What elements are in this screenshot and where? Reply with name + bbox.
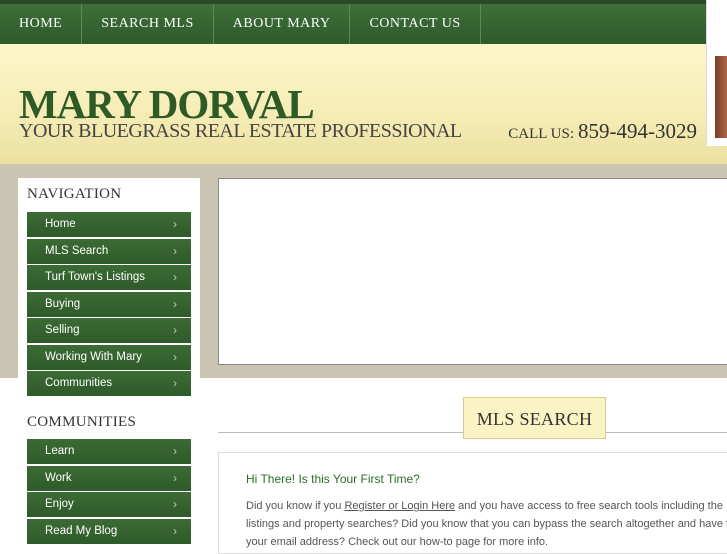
sidebar-item-label: Read My Blog [45, 524, 118, 537]
nav-about-mary[interactable]: ABOUT MARY [214, 4, 351, 44]
navigation-menu: Home › MLS Search › Turf Town's Listings › … [27, 212, 191, 398]
content-paragraph: Did you know if you Register or Login He… [246, 497, 727, 551]
sidebar-item-label: Working With Mary [45, 350, 142, 363]
chevron-right-icon: › [173, 323, 177, 337]
site-header: MARY DORVAL YOUR BLUEGRASS REAL ESTATE P… [0, 44, 727, 164]
sidebar-item-label: Selling [45, 324, 80, 336]
sidebar-item-label: Buying [45, 297, 81, 310]
register-login-link[interactable]: Register or Login Here [344, 500, 455, 512]
chevron-right-icon: › [173, 523, 177, 538]
sidebar-item-read-my-blog[interactable]: Read My Blog › [27, 518, 191, 544]
communities-menu: Learn › Work › Enjoy › Read My Blog › [27, 439, 191, 545]
sidebar-item-working-with-mary[interactable]: Working With Mary › [27, 344, 191, 370]
sidebar-item-selling[interactable]: Selling › [27, 318, 191, 343]
sidebar-item-home[interactable]: Home › [27, 212, 191, 237]
chevron-right-icon: › [173, 376, 177, 390]
chevron-right-icon: › [173, 470, 177, 485]
phone-number[interactable]: 859-494-3029 [578, 119, 697, 143]
chevron-right-icon: › [173, 243, 177, 258]
section-title: MLS SEARCH [463, 397, 606, 439]
sidebar-item-label: Turf Town's Listings [45, 271, 145, 283]
chevron-right-icon: › [173, 497, 177, 511]
call-us: CALL US: 859-494-3029 [508, 119, 697, 144]
nav-contact-us[interactable]: CONTACT US [350, 4, 481, 44]
sidebar-item-label: Learn [45, 445, 75, 457]
agent-photo-image [715, 56, 727, 138]
paragraph-text-1: Did you know if you [246, 500, 345, 512]
agent-photo [706, 0, 727, 146]
sidebar-item-communities[interactable]: Communities › [27, 371, 191, 396]
navigation-heading: NAVIGATION [27, 186, 122, 202]
sidebar-item-label: Home [45, 218, 76, 230]
chevron-right-icon: › [173, 296, 177, 311]
call-us-label: CALL US: [508, 126, 574, 142]
sidebar-item-label: MLS Search [45, 244, 109, 257]
content-box: Hi There! Is this Your First Time? Did y… [218, 452, 727, 554]
chevron-right-icon: › [173, 217, 177, 231]
sidebar-item-work[interactable]: Work › [27, 465, 191, 491]
sidebar-item-mls-search[interactable]: MLS Search › [27, 238, 191, 264]
sidebar-item-learn[interactable]: Learn › [27, 439, 191, 464]
chevron-right-icon: › [173, 270, 177, 284]
content-heading: Hi There! Is this Your First Time? [246, 472, 420, 486]
chevron-right-icon: › [173, 444, 177, 458]
sidebar-item-label: Work [45, 471, 72, 484]
top-navigation: HOME SEARCH MLS ABOUT MARY CONTACT US [0, 0, 706, 44]
featured-panel [218, 178, 727, 365]
sidebar-item-label: Enjoy [45, 498, 74, 510]
sidebar-item-enjoy[interactable]: Enjoy › [27, 492, 191, 517]
sidebar-item-label: Communities [45, 377, 113, 389]
nav-home[interactable]: HOME [0, 4, 83, 44]
nav-search-mls[interactable]: SEARCH MLS [82, 4, 214, 44]
sidebar-item-buying[interactable]: Buying › [27, 291, 191, 317]
communities-heading: COMMUNITIES [27, 414, 137, 430]
sidebar-item-turf-towns-listings[interactable]: Turf Town's Listings › [27, 265, 191, 290]
chevron-right-icon: › [173, 349, 177, 364]
site-tagline: YOUR BLUEGRASS REAL ESTATE PROFESSIONAL [19, 120, 462, 142]
